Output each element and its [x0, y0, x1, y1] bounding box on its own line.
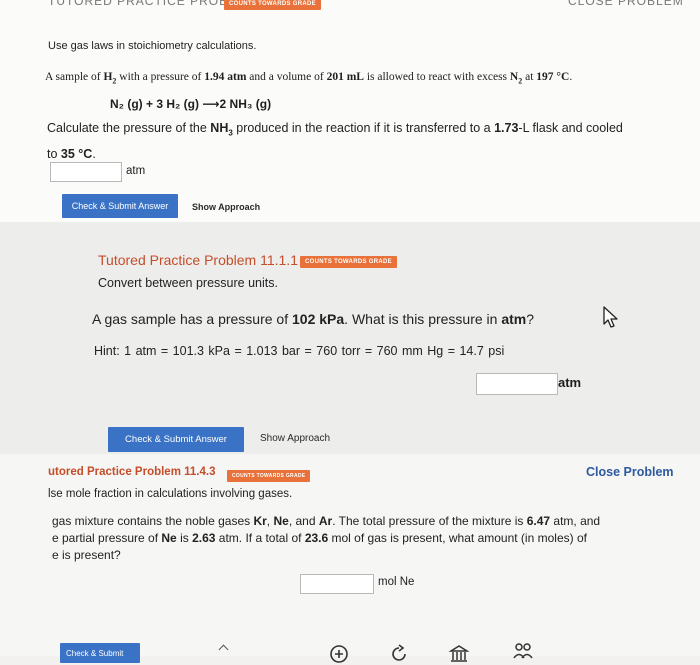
group-icon[interactable] [512, 641, 534, 663]
answer-input-mol[interactable] [300, 574, 374, 594]
gas-ne: Ne [273, 514, 289, 528]
show-approach-link[interactable]: Show Approach [260, 433, 330, 444]
problem-subtitle: Convert between pressure units. [98, 276, 278, 290]
question-text: gas mixture contains the noble gases [52, 514, 254, 528]
question-text: A gas sample has a pressure of [92, 311, 292, 327]
problem-instruction: Use gas laws in stoichiometry calculatio… [48, 40, 257, 52]
add-icon[interactable] [328, 643, 350, 665]
statement-text: at [522, 71, 537, 83]
mouse-cursor-icon [603, 306, 618, 328]
pressure-value: 102 kPa [292, 311, 345, 327]
close-problem-link[interactable]: Close Problem [586, 465, 674, 479]
problem-panel-gas-stoichiometry [0, 0, 700, 222]
hint-text: Hint: 1 atm = 101.3 kPa = 1.013 bar = 76… [94, 344, 505, 358]
question-text: mol of gas is present, what amount (in m… [328, 531, 587, 545]
problem-subtitle: lse mole fraction in calculations involv… [48, 488, 293, 500]
show-approach-link[interactable]: Show Approach [192, 202, 260, 212]
question-text: -L flask and cooled [518, 121, 623, 135]
pressure-value: 1.94 atm [204, 71, 247, 83]
counts-towards-grade-badge: COUNTS TOWARDS GRADE [300, 256, 397, 268]
problem-question: gas mixture contains the noble gases Kr,… [52, 513, 692, 564]
check-submit-answer-button[interactable]: Check & Submit Answer [108, 427, 244, 452]
statement-text: with a pressure of [116, 71, 205, 83]
problem-question: A gas sample has a pressure of 102 kPa. … [92, 311, 534, 327]
answer-input-pressure[interactable] [50, 162, 122, 182]
answer-unit-atm: atm [126, 165, 146, 177]
partial-pressure-value: 2.63 [192, 531, 216, 545]
total-moles-value: 23.6 [304, 531, 329, 545]
problem-question: Calculate the pressure of the NH3 produc… [47, 118, 657, 164]
answer-unit-atm: atm [558, 375, 582, 390]
question-text: is [176, 531, 193, 545]
question-text: . The total pressure of the mixture is [332, 514, 527, 528]
answer-unit-mol-ne: mol Ne [378, 576, 415, 588]
close-problem-link[interactable]: CLOSE PROBLEM [568, 0, 684, 8]
nh3-label: NH [210, 121, 229, 135]
question-text: ? [526, 311, 535, 327]
question-text: , and [288, 514, 319, 528]
statement-text: A sample of [45, 71, 104, 83]
counts-towards-grade-badge: COUNTS TOWARDS GRADE [227, 470, 311, 482]
statement-text: and a volume of [246, 71, 327, 83]
bank-icon[interactable] [448, 643, 470, 665]
answer-input-atm[interactable] [476, 373, 558, 395]
counts-towards-grade-badge: COUNTS TOWARDS GRADE [224, 0, 321, 10]
target-unit: atm [501, 311, 527, 327]
question-text: produced in the reaction if it is transf… [232, 121, 495, 135]
check-submit-answer-button[interactable]: Check & Submit Answer [62, 194, 178, 218]
statement-text: . [569, 71, 573, 83]
total-pressure-value: 6.47 [526, 514, 551, 528]
volume-value: 201 mL [326, 71, 364, 83]
question-text: atm, and [550, 514, 601, 528]
question-text: . [92, 146, 96, 161]
flask-volume-value: 1.73 [494, 121, 519, 135]
question-text: e is present? [52, 548, 121, 562]
gas-ar: Ar [318, 514, 333, 528]
check-submit-answer-button[interactable]: Check & Submit [60, 643, 140, 663]
question-text: e partial pressure of [52, 531, 162, 545]
reaction-equation: N₂ (g) + 3 H₂ (g) ⟶2 NH₃ (g) [110, 97, 272, 111]
statement-text: is allowed to react with excess [363, 71, 510, 83]
gas-kr: Kr [253, 514, 267, 528]
temperature-value: 197 °C [536, 71, 570, 83]
question-text: Calculate the pressure of the [47, 121, 211, 135]
gas-ne: Ne [161, 531, 177, 545]
question-text: atm. If a total of [215, 531, 305, 545]
n2-label: N [509, 71, 519, 83]
tutored-problem-title: utored Practice Problem 11.4.3 [48, 466, 216, 478]
tutored-problem-title: Tutored Practice Problem 11.1.1 [98, 252, 298, 268]
problem-statement: A sample of H2 with a pressure of 1.94 a… [45, 71, 572, 85]
question-text: to [47, 146, 61, 161]
final-temperature-value: 35 °C [60, 146, 93, 161]
question-text: . What is this pressure in [344, 311, 502, 327]
refresh-icon[interactable] [388, 643, 410, 665]
